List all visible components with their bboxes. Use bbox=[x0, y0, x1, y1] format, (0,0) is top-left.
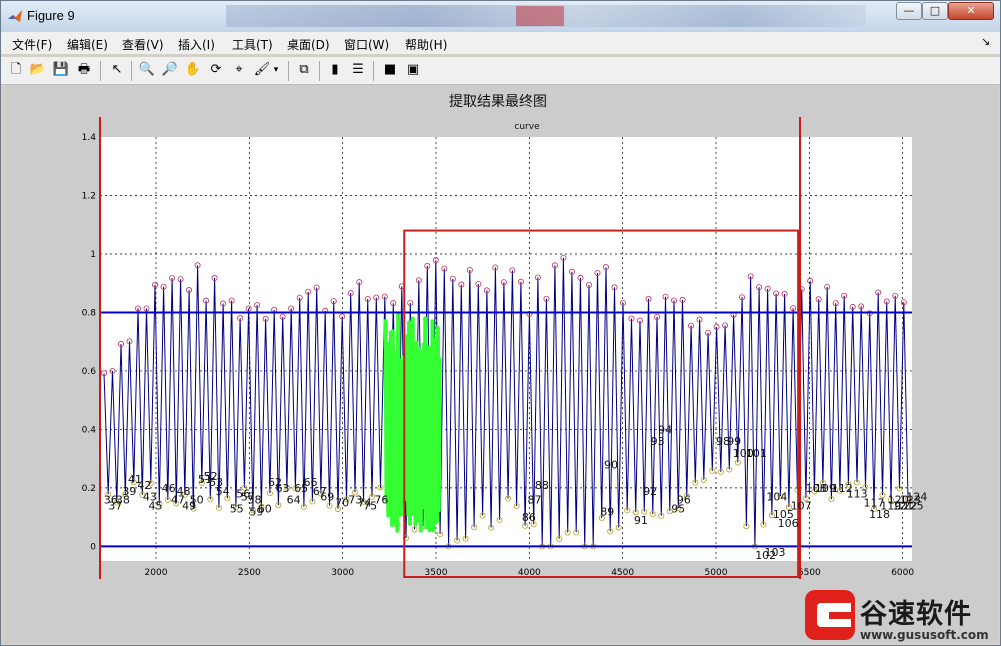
toolbar-separator bbox=[319, 61, 320, 81]
menu-overflow-arrow-icon[interactable]: ↘ bbox=[981, 35, 990, 48]
link-plot-icon[interactable]: ⧉ bbox=[295, 61, 313, 79]
maximize-button[interactable]: □ bbox=[922, 2, 948, 20]
marker-label: 45 bbox=[149, 499, 163, 512]
marker-label: 50 bbox=[190, 494, 204, 507]
menu-desktop[interactable]: 桌面(D) bbox=[287, 36, 330, 53]
menu-help[interactable]: 帮助(H) bbox=[405, 36, 447, 53]
menu-tools[interactable]: 工具(T) bbox=[232, 36, 273, 53]
zoom-out-icon[interactable]: 🔎 bbox=[161, 61, 179, 79]
figure-title: 提取结果最终图 bbox=[449, 94, 547, 110]
zoom-in-icon[interactable]: 🔍 bbox=[138, 61, 156, 79]
marker-label: 90 bbox=[604, 459, 618, 472]
marker-label: 69 bbox=[320, 491, 334, 504]
save-icon[interactable]: 💾 bbox=[52, 61, 70, 79]
marker-label: 92 bbox=[643, 485, 657, 498]
marker-label: 104 bbox=[766, 491, 787, 504]
marker-label: 107 bbox=[791, 499, 812, 512]
plot-svg[interactable]: 提取结果最终图 curve 2000 2500 3000 3500 4000 4500 50… bbox=[5, 85, 997, 643]
matlab-logo-icon bbox=[8, 10, 22, 22]
marker-label: 103 bbox=[765, 546, 786, 559]
y-tick-label: 0.4 bbox=[82, 425, 97, 435]
menu-insert[interactable]: 插入(I) bbox=[178, 36, 215, 53]
x-tick-label: 3000 bbox=[331, 568, 354, 578]
figure-window: Figure 9 — □ ✕ 文件(F) 编辑(E) 查看(V) 插入(I) 工… bbox=[0, 0, 1001, 646]
watermark: 谷速软件 www.gususoft.com bbox=[805, 590, 999, 644]
x-tick-label: 2000 bbox=[145, 568, 168, 578]
y-tick-label: 0.2 bbox=[82, 484, 96, 494]
y-tick-label: 0.6 bbox=[82, 367, 97, 377]
menu-window[interactable]: 窗口(W) bbox=[344, 36, 389, 53]
figure-toolbar: 🗋 📂 💾 🖶 ↖ 🔍 🔎 ✋ ⟳ ⌖ 🖌 ▾ ⧉ ▮ ☰ ■ ▣ bbox=[1, 57, 1000, 85]
gususoft-logo-icon bbox=[805, 590, 855, 640]
x-tick-label: 2500 bbox=[238, 568, 261, 578]
hide-plot-tools-icon[interactable]: ■ bbox=[381, 61, 399, 79]
toolbar-separator bbox=[288, 61, 289, 81]
marker-label: 94 bbox=[658, 423, 672, 436]
axes-title: curve bbox=[514, 122, 540, 132]
marker-label: 96 bbox=[677, 494, 691, 507]
toolbar-separator bbox=[131, 61, 132, 81]
menu-edit[interactable]: 编辑(E) bbox=[67, 36, 108, 53]
y-tick-label: 0.8 bbox=[82, 308, 97, 318]
background-window-strip-red bbox=[516, 6, 564, 26]
legend-icon[interactable]: ☰ bbox=[349, 61, 367, 79]
toolbar-separator bbox=[373, 61, 374, 81]
marker-label: 64 bbox=[287, 494, 301, 507]
watermark-title: 谷速软件 bbox=[860, 599, 972, 630]
marker-label: 48 bbox=[177, 485, 191, 498]
marker-label: 39 bbox=[122, 485, 136, 498]
data-cursor-icon[interactable]: ⌖ bbox=[230, 61, 248, 79]
marker-label: 87 bbox=[527, 494, 541, 507]
colorbar-icon[interactable]: ▮ bbox=[326, 61, 344, 79]
marker-label: 125 bbox=[903, 499, 924, 512]
marker-label: 76 bbox=[374, 494, 388, 507]
window-title: Figure 9 bbox=[27, 8, 75, 23]
open-file-icon[interactable]: 📂 bbox=[29, 61, 47, 79]
figure-canvas[interactable]: 提取结果最终图 curve 2000 2500 3000 3500 4000 4500 50… bbox=[5, 85, 997, 643]
menu-bar: 文件(F) 编辑(E) 查看(V) 插入(I) 工具(T) 桌面(D) 窗口(W… bbox=[1, 32, 1000, 54]
marker-label: 54 bbox=[216, 485, 230, 498]
x-tick-label: 5500 bbox=[798, 568, 821, 578]
new-figure-icon[interactable]: 🗋 bbox=[7, 61, 25, 79]
brush-icon[interactable]: 🖌 bbox=[253, 61, 271, 79]
close-button[interactable]: ✕ bbox=[948, 2, 994, 20]
marker-label: 88 bbox=[535, 479, 549, 492]
pan-hand-icon[interactable]: ✋ bbox=[184, 61, 202, 79]
marker-label: 91 bbox=[634, 514, 648, 527]
marker-label: 106 bbox=[778, 517, 799, 530]
x-tick-label: 6000 bbox=[891, 568, 914, 578]
edit-plot-arrow-icon[interactable]: ↖ bbox=[108, 61, 126, 79]
y-tick-label: 1.2 bbox=[82, 191, 96, 201]
marker-label: 93 bbox=[651, 435, 665, 448]
marker-label: 70 bbox=[335, 497, 349, 510]
menu-view[interactable]: 查看(V) bbox=[122, 36, 164, 53]
green-highlight-segment bbox=[383, 312, 442, 533]
marker-label: 55 bbox=[230, 502, 244, 515]
watermark-url: www.gususoft.com bbox=[860, 628, 989, 642]
y-tick-label: 1.4 bbox=[82, 133, 97, 143]
title-bar[interactable]: Figure 9 — □ ✕ bbox=[1, 1, 1000, 31]
print-icon[interactable]: 🖶 bbox=[75, 61, 93, 79]
y-tick-label: 0 bbox=[90, 542, 96, 552]
minimize-button[interactable]: — bbox=[896, 2, 922, 20]
show-plot-tools-icon[interactable]: ▣ bbox=[404, 61, 422, 79]
marker-label: 101 bbox=[746, 447, 767, 460]
rotate-3d-icon[interactable]: ⟳ bbox=[207, 61, 225, 79]
marker-label: 89 bbox=[600, 505, 614, 518]
toolbar-separator bbox=[100, 61, 101, 81]
marker-label: 60 bbox=[258, 502, 272, 515]
y-tick-label: 1 bbox=[90, 250, 96, 260]
menu-file[interactable]: 文件(F) bbox=[12, 36, 52, 53]
brush-dropdown-icon[interactable]: ▾ bbox=[271, 61, 281, 79]
marker-label: 86 bbox=[522, 511, 536, 524]
